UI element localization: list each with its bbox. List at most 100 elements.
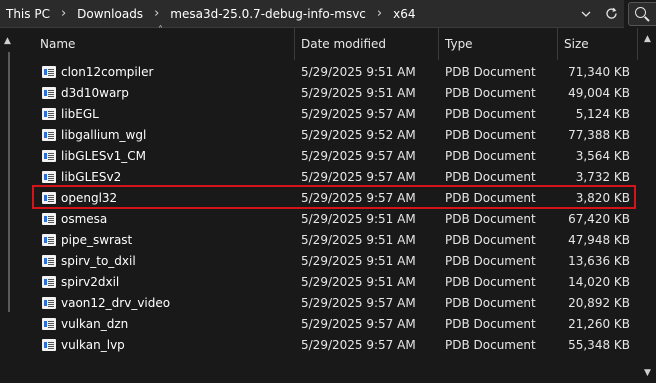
column-header-type[interactable]: Type [439,28,558,60]
file-date-modified: 5/29/2025 9:52 AM [301,128,416,142]
file-size: 20,892 KB [568,296,630,310]
file-row[interactable]: opengl32 5/29/2025 9:57 AM PDB Document 3,8… [34,188,638,209]
file-type: PDB Document [445,317,536,331]
file-row[interactable]: vulkan_lvp 5/29/2025 9:57 AM PDB Document 5… [34,335,638,356]
file-date-modified: 5/29/2025 9:51 AM [301,254,416,268]
file-type: PDB Document [445,107,536,121]
file-date-modified: 5/29/2025 9:57 AM [301,296,416,310]
scroll-up-icon[interactable]: ▲ [4,36,11,46]
pdb-document-icon [42,87,56,99]
file-name: d3d10warp [61,86,129,100]
file-name: vaon12_drv_video [61,296,171,310]
file-size: 3,732 KB [575,170,630,184]
file-size: 71,340 KB [568,65,630,79]
scroll-down-icon[interactable]: ▼ [644,368,651,378]
file-row[interactable]: d3d10warp 5/29/2025 9:51 AM PDB Document 49… [34,83,638,104]
address-bar[interactable]: This PC › Downloads › mesa3d-25.0.7-debu… [0,0,624,28]
file-type: PDB Document [445,296,536,310]
pdb-document-icon [42,297,56,309]
file-row[interactable]: libGLESv2 5/29/2025 9:57 AM PDB Document 3,… [34,167,638,188]
file-size: 3,564 KB [575,149,630,163]
chevron-right-icon[interactable]: › [368,6,391,21]
breadcrumb-this-pc[interactable]: This PC [4,7,52,21]
pdb-document-icon [42,129,56,141]
file-type: PDB Document [445,65,536,79]
file-date-modified: 5/29/2025 9:51 AM [301,65,416,79]
pdb-document-icon [42,66,56,78]
chevron-right-icon[interactable]: › [145,6,168,21]
refresh-button[interactable] [598,1,624,27]
pdb-document-icon [42,171,56,183]
file-list-scrollbar[interactable]: ▲ ▼ [640,28,656,383]
scrollbar-thumb[interactable] [8,52,10,312]
file-row[interactable]: spirv_to_dxil 5/29/2025 9:51 AM PDB Docume… [34,251,638,272]
column-header-date-modified[interactable]: Date modified [295,28,439,60]
file-size: 77,388 KB [568,128,630,142]
breadcrumb: This PC › Downloads › mesa3d-25.0.7-debu… [0,6,574,21]
pdb-document-icon [42,192,56,204]
file-name: opengl32 [61,191,118,205]
file-date-modified: 5/29/2025 9:57 AM [301,338,416,352]
file-size: 14,020 KB [568,275,630,289]
pdb-document-icon [42,213,56,225]
file-row[interactable]: libGLESv1_CM 5/29/2025 9:57 AM PDB Documen… [34,146,638,167]
file-row[interactable]: libEGL 5/29/2025 9:57 AM PDB Document 5,124… [34,104,638,125]
pdb-document-icon [42,150,56,162]
file-name: libgallium_wgl [61,128,147,142]
file-type: PDB Document [445,338,536,352]
file-type: PDB Document [445,233,536,247]
file-row[interactable]: libgallium_wgl 5/29/2025 9:52 AM PDB Docum… [34,125,638,146]
pdb-document-icon [42,234,56,246]
file-date-modified: 5/29/2025 9:51 AM [301,86,416,100]
file-type: PDB Document [445,170,536,184]
address-history-dropdown[interactable] [574,1,598,27]
pdb-document-icon [42,255,56,267]
scroll-up-icon[interactable]: ▲ [644,34,651,44]
file-name: libEGL [61,107,99,121]
column-header-size[interactable]: Size [558,28,638,60]
file-date-modified: 5/29/2025 9:57 AM [301,317,416,331]
pdb-document-icon [42,276,56,288]
file-size: 67,420 KB [568,212,630,226]
file-date-modified: 5/29/2025 9:57 AM [301,191,416,205]
file-type: PDB Document [445,149,536,163]
pdb-document-icon [42,108,56,120]
search-icon [635,7,646,18]
file-date-modified: 5/29/2025 9:57 AM [301,170,416,184]
breadcrumb-downloads[interactable]: Downloads [75,7,145,21]
file-date-modified: 5/29/2025 9:51 AM [301,275,416,289]
navigation-pane-scrollbar[interactable]: ▲ [0,28,18,383]
file-name: clon12compiler [61,65,154,79]
column-header-row: ˄ Name Date modified Type Size [34,25,638,60]
file-type: PDB Document [445,275,536,289]
file-size: 5,124 KB [575,107,630,121]
file-row[interactable]: vulkan_dzn 5/29/2025 9:57 AM PDB Document 2… [34,314,638,335]
file-date-modified: 5/29/2025 9:57 AM [301,107,416,121]
chevron-down-icon [581,11,591,17]
search-input[interactable] [628,2,656,26]
file-type: PDB Document [445,254,536,268]
file-size: 21,260 KB [568,317,630,331]
file-row[interactable]: vaon12_drv_video 5/29/2025 9:57 AM PDB Doc… [34,293,638,314]
file-type: PDB Document [445,86,536,100]
file-name: vulkan_lvp [61,338,125,352]
file-size: 3,820 KB [575,191,630,205]
file-row[interactable]: clon12compiler 5/29/2025 9:51 AM PDB Docum… [34,62,638,83]
file-name: spirv2dxil [61,275,120,289]
file-size: 13,636 KB [568,254,630,268]
file-size: 49,004 KB [568,86,630,100]
chevron-right-icon[interactable]: › [52,6,75,21]
file-row[interactable]: osmesa 5/29/2025 9:51 AM PDB Document 67,42… [34,209,638,230]
refresh-icon [605,7,617,19]
breadcrumb-mesa3d-folder[interactable]: mesa3d-25.0.7-debug-info-msvc [168,7,368,21]
file-row[interactable]: pipe_swrast 5/29/2025 9:51 AM PDB Document… [34,230,638,251]
file-name: pipe_swrast [61,233,133,247]
pdb-document-icon [42,318,56,330]
pdb-document-icon [42,339,56,351]
file-row[interactable]: spirv2dxil 5/29/2025 9:51 AM PDB Document 1… [34,272,638,293]
file-size: 55,348 KB [568,338,630,352]
column-header-name[interactable]: Name [34,28,295,60]
file-date-modified: 5/29/2025 9:57 AM [301,149,416,163]
breadcrumb-x64[interactable]: x64 [391,7,417,21]
file-type: PDB Document [445,212,536,226]
